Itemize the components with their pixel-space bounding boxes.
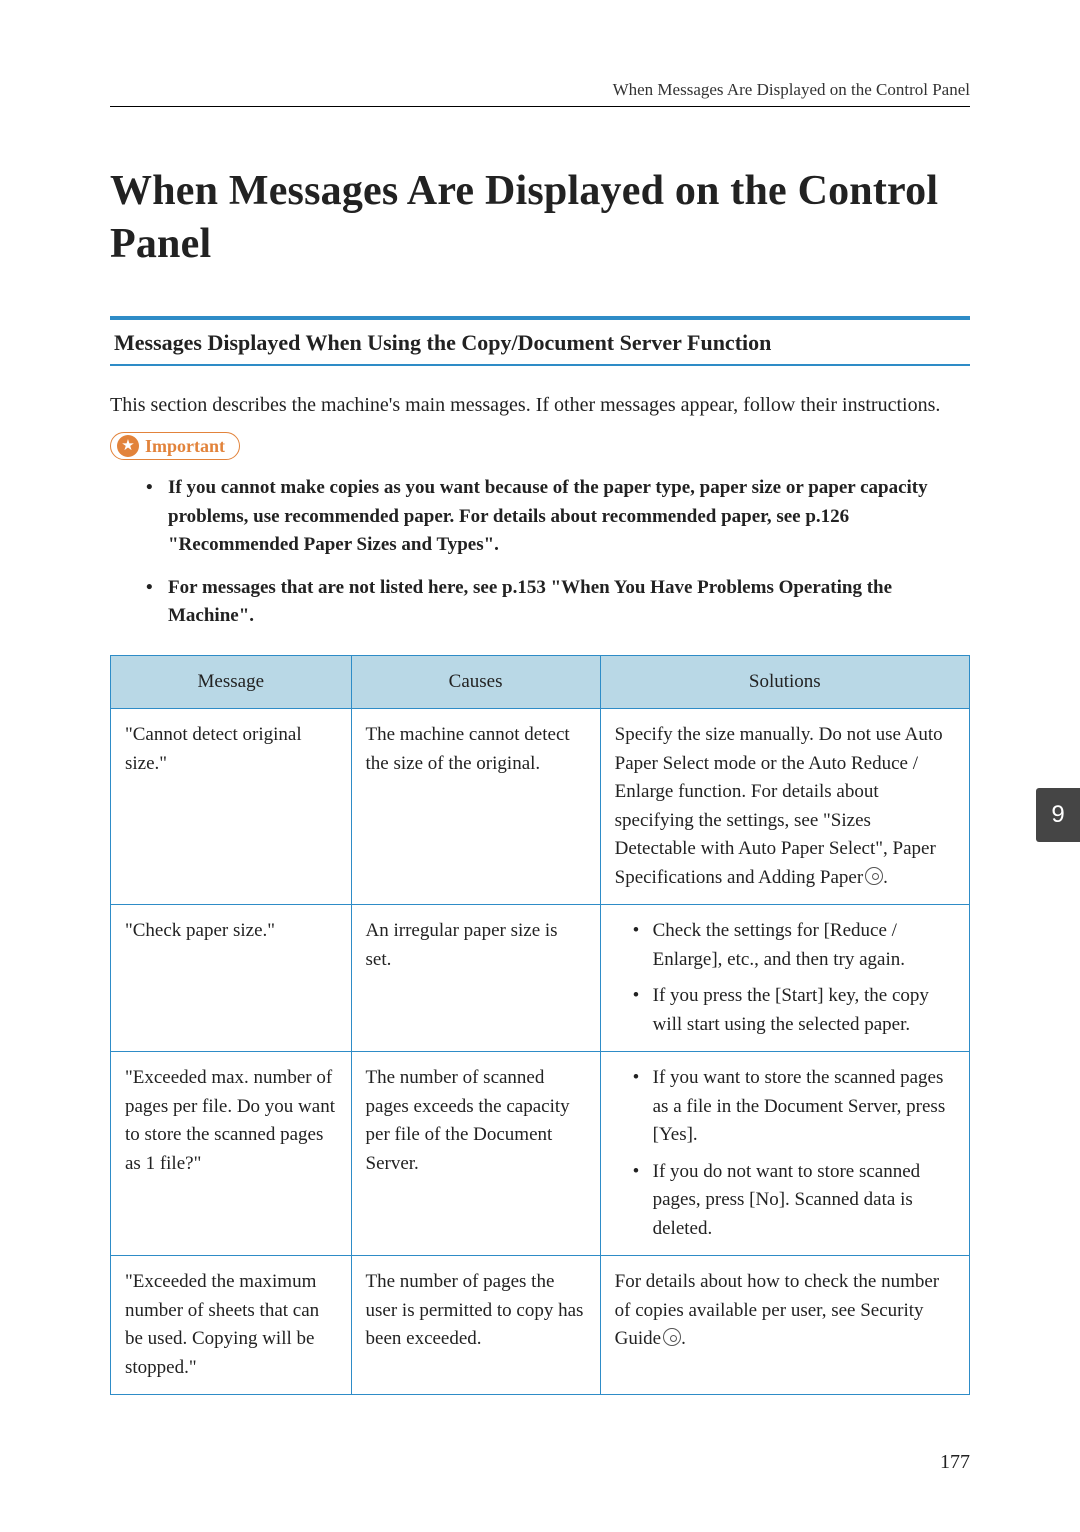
solutions-item: If you do not want to store scanned page…: [633, 1158, 955, 1244]
cell-solutions: Specify the size manually. Do not use Au…: [600, 709, 969, 905]
messages-table: Message Causes Solutions "Cannot detect …: [110, 655, 970, 1396]
reference-disc-icon: [865, 867, 883, 885]
cell-causes: The number of scanned pages exceeds the …: [351, 1052, 600, 1256]
cell-causes: An irregular paper size is set.: [351, 905, 600, 1052]
cell-solutions: If you want to store the scanned pages a…: [600, 1052, 969, 1256]
section-heading: Messages Displayed When Using the Copy/D…: [114, 330, 966, 356]
col-header-causes: Causes: [351, 655, 600, 709]
cell-message: "Cannot detect original size.": [111, 709, 352, 905]
page-title: When Messages Are Displayed on the Contr…: [110, 165, 970, 270]
table-row: "Check paper size." An irregular paper s…: [111, 905, 970, 1052]
important-list: If you cannot make copies as you want be…: [110, 474, 970, 631]
table-row: "Exceeded max. number of pages per file.…: [111, 1052, 970, 1256]
page-number: 177: [940, 1451, 970, 1474]
section-rule-bottom: [110, 364, 970, 366]
running-head: When Messages Are Displayed on the Contr…: [110, 80, 970, 100]
cell-solutions: For details about how to check the numbe…: [600, 1256, 969, 1395]
col-header-message: Message: [111, 655, 352, 709]
cell-message: "Exceeded the maximum number of sheets t…: [111, 1256, 352, 1395]
section-intro-text: This section describes the machine's mai…: [110, 390, 970, 420]
cell-message: "Exceeded max. number of pages per file.…: [111, 1052, 352, 1256]
cell-solutions: Check the settings for [Reduce / Enlarge…: [600, 905, 969, 1052]
important-badge: ★ Important: [110, 432, 240, 460]
solutions-item: If you want to store the scanned pages a…: [633, 1064, 955, 1150]
solutions-list: Check the settings for [Reduce / Enlarge…: [615, 917, 955, 1039]
running-head-rule: [110, 106, 970, 107]
solutions-item: Check the settings for [Reduce / Enlarge…: [633, 917, 955, 974]
important-item: For messages that are not listed here, s…: [146, 574, 970, 631]
table-row: "Exceeded the maximum number of sheets t…: [111, 1256, 970, 1395]
chapter-side-tab: 9: [1036, 788, 1080, 842]
col-header-solutions: Solutions: [600, 655, 969, 709]
star-icon: ★: [117, 435, 139, 457]
solutions-list: If you want to store the scanned pages a…: [615, 1064, 955, 1243]
cell-causes: The machine cannot detect the size of th…: [351, 709, 600, 905]
solutions-text: Specify the size manually. Do not use Au…: [615, 724, 943, 888]
cell-causes: The number of pages the user is permitte…: [351, 1256, 600, 1395]
important-label: Important: [145, 436, 225, 457]
important-item: If you cannot make copies as you want be…: [146, 474, 970, 560]
section-heading-block: Messages Displayed When Using the Copy/D…: [110, 316, 970, 366]
cell-message: "Check paper size.": [111, 905, 352, 1052]
table-row: "Cannot detect original size." The machi…: [111, 709, 970, 905]
table-header-row: Message Causes Solutions: [111, 655, 970, 709]
solutions-item: If you press the [Start] key, the copy w…: [633, 982, 955, 1039]
reference-disc-icon: [663, 1328, 681, 1346]
